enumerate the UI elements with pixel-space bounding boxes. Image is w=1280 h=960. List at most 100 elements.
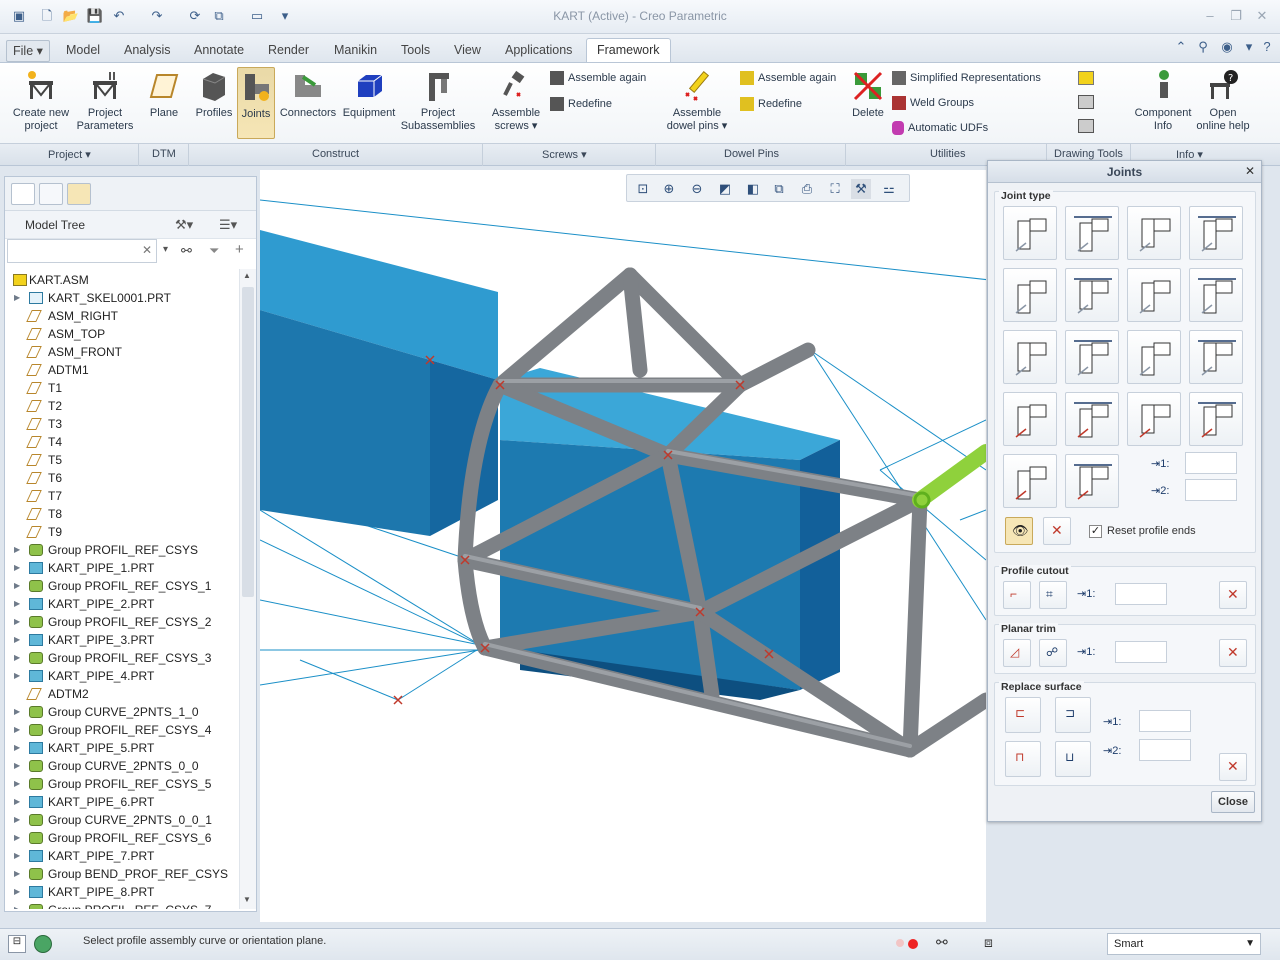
surface-input-1-field[interactable] — [1139, 710, 1191, 732]
expand-arrow-icon[interactable]: ▶ — [14, 793, 20, 811]
tab-framework[interactable]: Framework — [586, 38, 671, 63]
tree-item[interactable]: ▶ Group PROFIL_REF_CSYS_7 — [5, 901, 238, 909]
scroll-down-icon[interactable]: ▼ — [243, 895, 251, 904]
datum-display-icon[interactable]: ⚒ — [851, 179, 871, 199]
joint-type-button-8[interactable] — [1189, 268, 1243, 322]
tree-item[interactable]: T4 — [5, 433, 238, 451]
search-dropdown-icon[interactable]: ▾ — [163, 244, 168, 255]
tree-item[interactable]: ▶ KART_SKEL0001.PRT — [5, 289, 238, 307]
profile-cutout-button-2[interactable]: ⌗ — [1039, 581, 1067, 609]
selection-filter-dropdown[interactable]: Smart ▼ — [1107, 933, 1261, 955]
help-icon[interactable]: ? — [1258, 38, 1276, 56]
expand-arrow-icon[interactable]: ▶ — [14, 613, 20, 631]
joint-input-2-field[interactable] — [1185, 479, 1237, 501]
joint-type-button-7[interactable] — [1127, 268, 1181, 322]
tree-item[interactable]: ▶ KART_PIPE_5.PRT — [5, 739, 238, 757]
connectors-button[interactable]: Connectors — [278, 69, 338, 120]
preview-button[interactable]: 👁 — [1005, 517, 1033, 545]
dowel-assemble-again-button[interactable]: Assemble again — [740, 69, 836, 87]
tree-item[interactable]: ▶ KART_PIPE_7.PRT — [5, 847, 238, 865]
project-parameters-button[interactable]: Project Parameters — [74, 69, 136, 133]
help-dropdown-icon[interactable]: ▾ — [1240, 38, 1258, 56]
drawing-tool-2-icon[interactable] — [1078, 95, 1094, 109]
expand-arrow-icon[interactable]: ▶ — [14, 811, 20, 829]
help-center-icon[interactable]: ◉ — [1218, 38, 1236, 56]
model-tree-scrollbar[interactable]: ▲ ▼ — [239, 269, 256, 909]
kart-frame-model[interactable] — [260, 170, 986, 922]
message-status-icon[interactable] — [908, 939, 918, 949]
expand-arrow-icon[interactable]: ▶ — [14, 595, 20, 613]
simplified-representations-button[interactable]: Simplified Representations — [892, 69, 1041, 87]
toggle-browser-icon[interactable] — [34, 935, 52, 953]
assemble-dowel-pins-button[interactable]: Assemble dowel pins ▾ — [660, 69, 734, 133]
tree-item[interactable]: ASM_TOP — [5, 325, 238, 343]
close-button[interactable]: Close — [1211, 791, 1255, 813]
expand-arrow-icon[interactable]: ▶ — [14, 631, 20, 649]
tree-item[interactable]: ▶ KART_PIPE_2.PRT — [5, 595, 238, 613]
tree-item[interactable]: ▶ Group PROFIL_REF_CSYS_1 — [5, 577, 238, 595]
component-info-button[interactable]: Component Info — [1132, 69, 1194, 133]
search-icon[interactable]: ⚲ — [1194, 38, 1212, 56]
tree-item[interactable]: T1 — [5, 379, 238, 397]
trim-delete-button[interactable]: ✕ — [1219, 639, 1247, 667]
dowel-redefine-button[interactable]: Redefine — [740, 95, 802, 113]
tree-item[interactable]: ▶ Group CURVE_2PNTS_1_0 — [5, 703, 238, 721]
refit-icon[interactable]: ⊡ — [633, 179, 653, 199]
minimize-icon[interactable]: – — [1200, 6, 1220, 26]
tree-item[interactable]: ▶ Group BEND_PROF_REF_CSYS — [5, 865, 238, 883]
joint-type-button-13[interactable] — [1003, 392, 1057, 446]
model-tree-tab-icon[interactable] — [11, 183, 35, 205]
tab-view[interactable]: View — [448, 40, 487, 62]
close-icon[interactable]: ✕ — [1252, 6, 1272, 26]
tab-analysis[interactable]: Analysis — [118, 40, 177, 62]
joint-type-button-14[interactable] — [1065, 392, 1119, 446]
surface-delete-button[interactable]: ✕ — [1219, 753, 1247, 781]
tree-item[interactable]: ASM_RIGHT — [5, 307, 238, 325]
joint-type-button-3[interactable] — [1127, 206, 1181, 260]
folder-browser-tab-icon[interactable] — [39, 183, 63, 205]
joint-type-button-12[interactable] — [1189, 330, 1243, 384]
expand-arrow-icon[interactable]: ▶ — [14, 865, 20, 883]
tab-file[interactable]: File ▾ — [6, 40, 50, 62]
tree-item[interactable]: T5 — [5, 451, 238, 469]
add-column-icon[interactable]: + — [235, 241, 244, 258]
graphics-window[interactable] — [260, 170, 986, 922]
drawing-tool-1-icon[interactable] — [1078, 71, 1094, 85]
planar-trim-button-1[interactable]: ◿ — [1003, 639, 1031, 667]
reset-profile-ends-checkbox[interactable]: ✓ — [1089, 525, 1102, 538]
tree-item[interactable]: T2 — [5, 397, 238, 415]
project-subassemblies-button[interactable]: Project Subassemblies — [398, 69, 478, 133]
display-style-icon[interactable]: ◧ — [743, 179, 763, 199]
tab-annotate[interactable]: Annotate — [188, 40, 250, 62]
view-manager-icon[interactable]: ⎙ — [797, 179, 817, 199]
annotation-display-icon[interactable]: ⚍ — [879, 179, 899, 199]
tree-item[interactable]: ▶ Group PROFIL_REF_CSYS_5 — [5, 775, 238, 793]
filter-icon[interactable]: ⏷ — [209, 243, 219, 259]
assemble-screws-button[interactable]: Assemble screws ▾ — [486, 69, 546, 133]
joint-type-button-9[interactable] — [1003, 330, 1057, 384]
tab-render[interactable]: Render — [262, 40, 315, 62]
expand-arrow-icon[interactable]: ▶ — [14, 703, 20, 721]
model-tree-search-input[interactable]: ✕ — [7, 239, 157, 263]
tree-item[interactable]: ▶ KART_PIPE_6.PRT — [5, 793, 238, 811]
joint-type-button-16[interactable] — [1189, 392, 1243, 446]
weld-groups-button[interactable]: Weld Groups — [892, 94, 974, 112]
tree-item[interactable]: ▶ Group PROFIL_REF_CSYS_6 — [5, 829, 238, 847]
open-online-help-button[interactable]: ? Open online help — [1194, 69, 1252, 133]
expand-arrow-icon[interactable]: ▶ — [14, 901, 20, 909]
selection-buffer-icon[interactable]: ⧈ — [984, 934, 993, 951]
expand-arrow-icon[interactable]: ▶ — [14, 667, 20, 685]
expand-arrow-icon[interactable]: ▶ — [14, 739, 20, 757]
tree-item[interactable]: ▶ Group PROFIL_REF_CSYS_2 — [5, 613, 238, 631]
planar-trim-button-2[interactable]: ☍ — [1039, 639, 1067, 667]
tree-item[interactable]: ▶ KART_PIPE_3.PRT — [5, 631, 238, 649]
tree-item[interactable]: T6 — [5, 469, 238, 487]
toggle-navigator-icon[interactable]: ⊟ — [8, 935, 26, 953]
tree-item[interactable]: ▶ Group CURVE_2PNTS_0_0_1 — [5, 811, 238, 829]
close-dialog-icon[interactable]: ✕ — [1245, 164, 1255, 178]
tree-item[interactable]: ASM_FRONT — [5, 343, 238, 361]
joint-type-button-6[interactable] — [1065, 268, 1119, 322]
tree-settings-icon[interactable]: ⚒▾ — [175, 217, 193, 233]
replace-surface-button-3[interactable]: ⊓ — [1005, 741, 1041, 777]
joint-type-button-17[interactable] — [1003, 454, 1057, 508]
